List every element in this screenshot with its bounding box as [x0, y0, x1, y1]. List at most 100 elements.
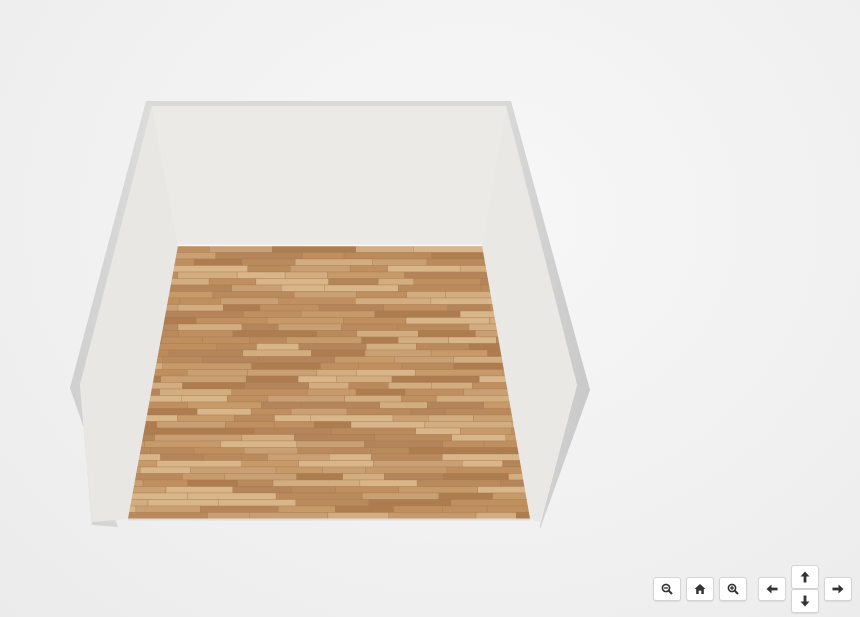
floor-plank	[438, 492, 493, 500]
floor-plank	[177, 271, 238, 279]
floor-plank	[182, 473, 225, 481]
floor-plank	[378, 278, 414, 286]
floor-plank	[373, 460, 463, 468]
floor-plank	[356, 369, 416, 377]
floor-plank	[442, 440, 485, 448]
floor-plank	[251, 362, 321, 370]
floor-plank	[341, 323, 399, 331]
floor-plank	[398, 486, 478, 494]
floor-plank	[295, 499, 369, 507]
floor-plank	[442, 505, 488, 513]
floor-plank	[290, 265, 351, 273]
floor-plank	[225, 421, 275, 429]
floor-plank	[431, 252, 490, 260]
floor-plank	[361, 336, 399, 344]
floor-plank	[308, 382, 349, 390]
floor-plank	[451, 434, 506, 442]
floor-plank	[154, 434, 242, 442]
floor-plank	[160, 375, 247, 383]
floor-plank	[310, 414, 394, 422]
floor-plank	[212, 291, 295, 299]
home-icon	[694, 584, 706, 594]
floor-plank	[196, 317, 268, 325]
zoom-out-button[interactable]	[653, 577, 681, 601]
floor-plank	[236, 271, 286, 279]
floor-plank	[152, 369, 188, 377]
floor-plank	[365, 466, 447, 474]
zoom-in-button[interactable]	[719, 577, 747, 601]
floor-plank	[297, 447, 371, 455]
floor-plank	[446, 466, 526, 474]
pan-left-button[interactable]	[758, 577, 786, 601]
zoom-in-icon	[727, 583, 739, 595]
floor-plank	[203, 453, 268, 461]
floor-plank	[261, 401, 302, 409]
floor-plank	[327, 271, 405, 279]
3d-viewport[interactable]	[0, 0, 860, 617]
floor-plank	[344, 395, 402, 403]
floor-plank	[278, 297, 356, 305]
floor-plank	[414, 369, 504, 377]
floor-plank	[404, 271, 493, 279]
pan-down-button[interactable]	[791, 589, 819, 613]
floor-plank	[336, 375, 393, 383]
floor-plank	[545, 506, 632, 513]
floor-plank	[187, 369, 248, 377]
floor-plank	[356, 330, 419, 338]
floor-plank	[202, 336, 250, 344]
floor-plank	[384, 473, 444, 481]
floor-plank	[281, 284, 325, 292]
floor-plank	[406, 291, 446, 299]
floor-plank	[142, 479, 189, 487]
floor-plank	[445, 291, 494, 299]
floor-plank	[401, 362, 455, 370]
floor-plank	[418, 330, 476, 338]
floor-plank	[232, 486, 292, 494]
floor-plank	[187, 479, 238, 487]
floor-plank	[181, 395, 228, 403]
arrow-left-icon	[766, 584, 778, 594]
floor-plank	[447, 304, 490, 312]
floor-plank	[307, 388, 357, 396]
floor-plank	[430, 349, 488, 357]
zoom-out-icon	[661, 583, 673, 595]
floor-plank	[208, 278, 257, 286]
floor-plank	[298, 460, 374, 468]
floor-plank	[294, 434, 376, 442]
floor-plank	[177, 323, 243, 331]
floor-plank	[397, 323, 470, 331]
floor-plank	[431, 382, 473, 390]
floor-plank	[355, 388, 406, 396]
floor-plank	[388, 512, 477, 519]
pan-right-button[interactable]	[824, 577, 852, 601]
floor-plank	[445, 408, 516, 416]
floor-plank	[328, 278, 379, 286]
home-button[interactable]	[686, 577, 714, 601]
floor-plank	[161, 336, 203, 344]
floor-plank	[415, 427, 461, 435]
floor-plank	[343, 317, 407, 325]
floor-plank	[272, 479, 361, 487]
floor-plank	[150, 447, 195, 455]
floor-plank	[147, 499, 219, 507]
floor-plank	[170, 252, 216, 260]
floor-plank	[318, 304, 384, 312]
floor-plank	[316, 330, 357, 338]
floor-plank	[370, 447, 410, 455]
floor-plank	[410, 408, 446, 416]
floor-plank	[267, 453, 330, 461]
floor-plank	[165, 486, 234, 494]
floor-plank	[231, 388, 308, 396]
pan-up-button[interactable]	[791, 565, 819, 589]
floor-plank	[329, 453, 372, 461]
floor-plank	[327, 512, 389, 519]
floor-plank	[296, 440, 365, 448]
floor-plank	[241, 434, 295, 442]
floor-plank	[156, 421, 226, 429]
floor-plank	[362, 492, 439, 500]
floor-plank	[291, 486, 336, 494]
floor-plank	[460, 427, 512, 435]
floor-plank	[200, 505, 279, 513]
floor-plank	[350, 421, 425, 429]
floor-plank	[241, 258, 296, 266]
